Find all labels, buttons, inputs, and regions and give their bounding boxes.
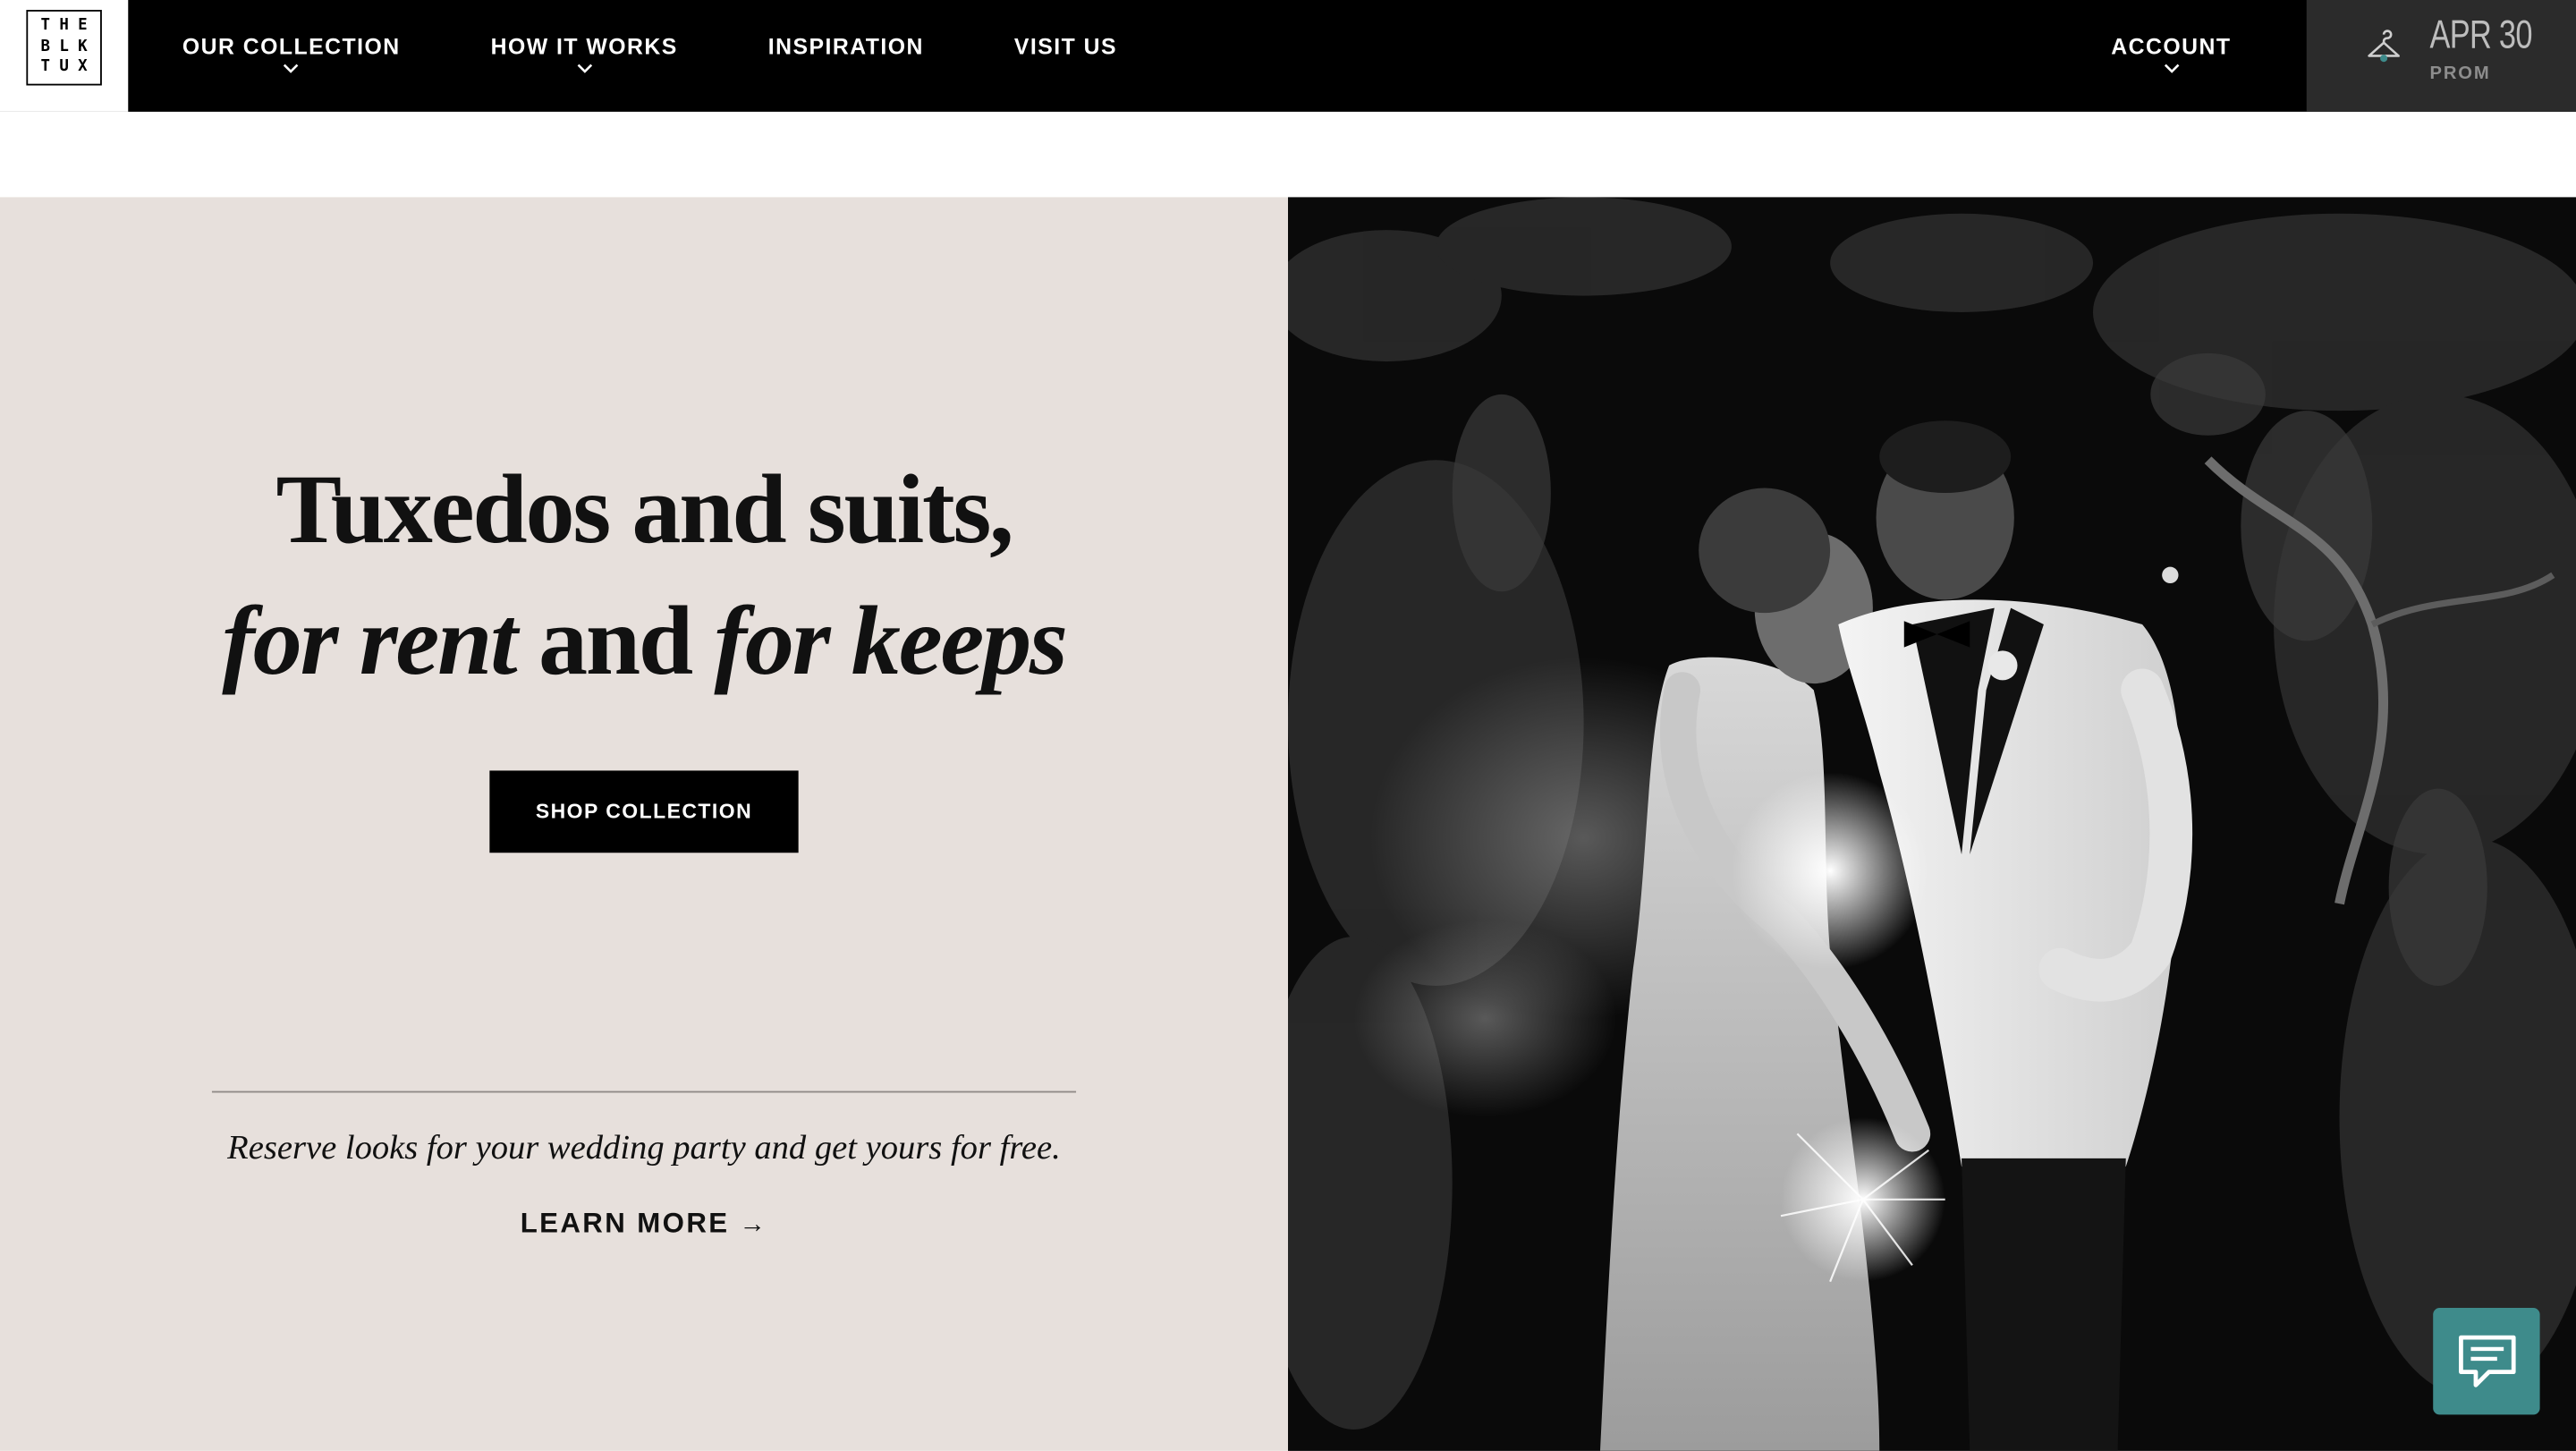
nav-item-label: HOW IT WORKS [490,34,678,60]
event-type: PROM [2429,64,2491,84]
chevron-down-icon [284,64,299,73]
account-menu[interactable]: ACCOUNT [2111,0,2231,112]
hero-text-panel: Tuxedos and suits, for rent and for keep… [0,197,1289,1451]
chat-icon [2459,1335,2516,1387]
account-label: ACCOUNT [2111,34,2232,60]
chat-button[interactable] [2433,1308,2540,1415]
divider [211,1090,1077,1093]
headline-connector: and [515,586,715,695]
nav-item-label: VISIT US [1013,34,1118,60]
event-date: APR 30 [2429,13,2533,58]
hero-headline: Tuxedos and suits, for rent and for keep… [0,444,1288,707]
headline-emphasis-keeps: for keeps [714,586,1068,695]
nav-item-label: OUR COLLECTION [182,34,401,60]
arrow-right-icon: → [739,1210,768,1239]
nav-item-how-it-works[interactable]: HOW IT WORKS [491,0,678,112]
chevron-down-icon [2164,64,2179,73]
hero-photo [1288,197,2576,1451]
couple-photo-image [1288,197,2576,1451]
main-nav: OUR COLLECTION HOW IT WORKS INSPIRATION … [182,0,1117,112]
logo-container[interactable]: T H E B L K T U X [0,0,129,112]
chevron-down-icon [576,64,592,73]
nav-item-our-collection[interactable]: OUR COLLECTION [182,0,401,112]
site-header: T H E B L K T U X OUR COLLECTION HOW IT … [0,0,2576,112]
shop-collection-button[interactable]: SHOP COLLECTION [489,770,799,853]
event-selector[interactable]: APR 30 PROM [2306,0,2576,112]
headline-emphasis-rent: for rent [222,586,518,695]
headline-line-1: Tuxedos and suits, [275,454,1013,564]
learn-more-link[interactable]: LEARN MORE → [0,1208,1288,1241]
brand-logo[interactable]: T H E B L K T U X [26,10,102,86]
nav-item-visit-us[interactable]: VISIT US [1014,0,1117,112]
headline-line-2: for rent and for keeps [0,575,1288,707]
learn-more-label: LEARN MORE [520,1208,730,1239]
nav-item-label: INSPIRATION [767,34,924,60]
hanger-icon [2368,30,2400,63]
promo-text: Reserve looks for your wedding party and… [227,1127,1061,1167]
nav-item-inspiration[interactable]: INSPIRATION [768,0,924,112]
